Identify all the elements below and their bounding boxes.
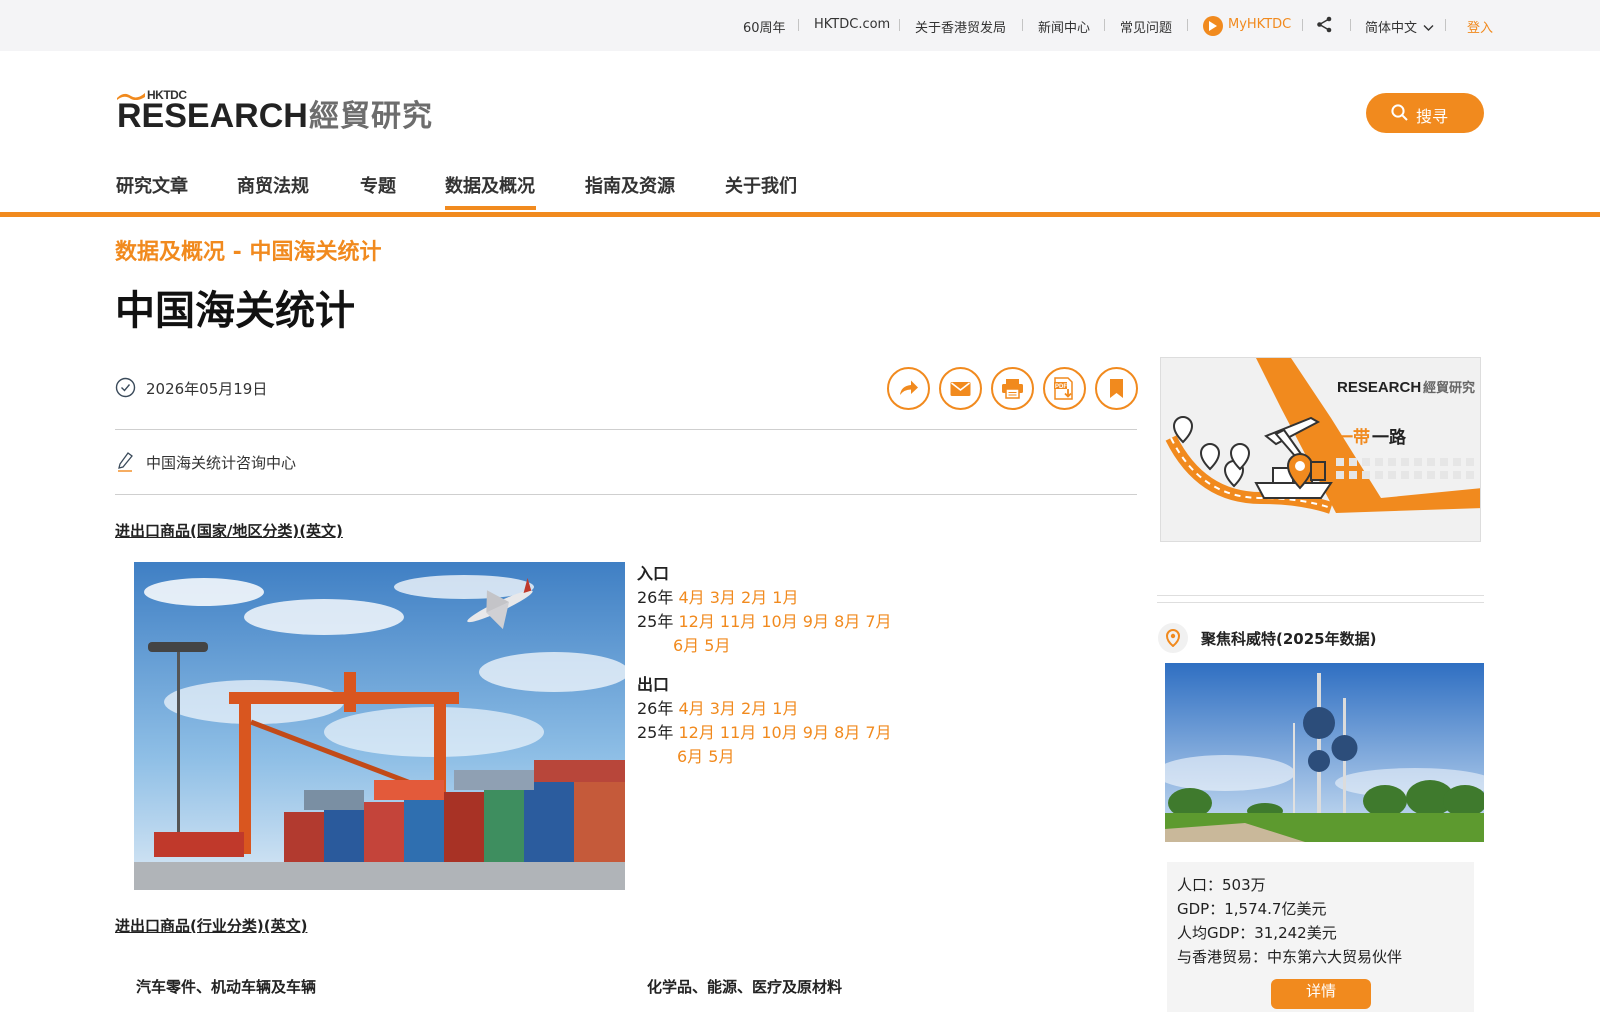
- svg-text:PDF: PDF: [1055, 384, 1067, 390]
- utility-nav: 60周年 HKTDC.com 关于香港贸发局 新闻中心 常见问题 MyHKTDC…: [0, 0, 1600, 51]
- divider: [115, 429, 1137, 430]
- imports-2025-month-links-cont[interactable]: 6月 5月: [673, 636, 730, 655]
- search-button[interactable]: 搜寻: [1366, 93, 1484, 133]
- pdf-download-button[interactable]: PDF: [1043, 367, 1086, 410]
- language-selector[interactable]: 简体中文: [1365, 17, 1434, 36]
- banner-logo-cn: 經貿研究: [1423, 380, 1475, 396]
- search-label: 搜寻: [1416, 107, 1449, 126]
- banner-title-rest: 一路: [1372, 427, 1407, 448]
- details-button[interactable]: 详情: [1271, 979, 1371, 1009]
- logo-chinese: 經貿研究: [309, 99, 433, 134]
- link-faq[interactable]: 常见问题: [1120, 17, 1172, 36]
- year-label: 25年: [637, 723, 674, 742]
- nav-about-us[interactable]: 关于我们: [725, 172, 797, 198]
- share-icon[interactable]: [1316, 16, 1333, 37]
- fact-population: 人口：503万: [1177, 876, 1266, 894]
- nav-guides-resources[interactable]: 指南及资源: [585, 172, 675, 198]
- print-button[interactable]: [991, 367, 1034, 410]
- breadcrumb: 数据及概况 - 中国海关统计: [115, 240, 382, 265]
- imports-2025-row-cont: 6月 5月: [637, 634, 892, 658]
- imports-2025-month-links[interactable]: 12月 11月 10月 9月 8月 7月: [678, 612, 891, 631]
- port-containers-photo: [134, 562, 625, 890]
- nav-active-indicator: [445, 206, 536, 210]
- hktdc-research-logo[interactable]: HKTDC RESEARCH 經貿研究: [117, 88, 437, 136]
- nav-orange-rule: [0, 212, 1600, 217]
- exports-stats: 出口 26年 4月 3月 2月 1月 25年 12月 11月 10月 9月 8月…: [637, 673, 892, 769]
- imports-2025-row: 25年 12月 11月 10月 9月 8月 7月: [637, 610, 892, 634]
- location-pin-badge: [1158, 623, 1188, 653]
- fact-gdp: GDP：1,574.7亿美元: [1177, 900, 1327, 918]
- link-about-hktdc[interactable]: 关于香港贸发局: [915, 17, 1006, 36]
- nav-topics[interactable]: 专题: [360, 172, 396, 198]
- banner-logo-research: RESEARCH: [1337, 379, 1421, 396]
- pdf-download-icon: PDF: [1054, 377, 1073, 400]
- page-title: 中国海关统计: [115, 288, 355, 334]
- separator: [798, 19, 799, 31]
- separator: [899, 19, 900, 31]
- separator: [1350, 19, 1351, 31]
- nav-trade-regulations[interactable]: 商贸法规: [237, 172, 309, 198]
- nav-data-profiles[interactable]: 数据及概况: [445, 172, 535, 198]
- print-icon: [1002, 379, 1023, 399]
- utility-bar: 60周年 HKTDC.com 关于香港贸发局 新闻中心 常见问题 MyHKTDC…: [0, 0, 1600, 51]
- exports-heading: 出口: [637, 675, 670, 694]
- fact-gdp-per-capita: 人均GDP：31,242美元: [1177, 924, 1337, 942]
- imports-stats: 入口 26年 4月 3月 2月 1月 25年 12月 11月 10月 9月 8月…: [637, 562, 892, 658]
- main-navigation: 研究文章 商贸法规 专题 数据及概况 指南及资源 关于我们: [0, 160, 1600, 217]
- mail-icon: [950, 382, 971, 396]
- link-myhktdc[interactable]: MyHKTDC: [1228, 17, 1291, 32]
- year-label: 26年: [637, 699, 674, 718]
- exports-2025-row: 25年 12月 11月 10月 9月 8月 7月: [637, 721, 892, 745]
- exports-2026-row: 26年 4月 3月 2月 1月: [637, 697, 892, 721]
- clock-icon: [115, 377, 136, 398]
- email-button[interactable]: [939, 367, 982, 410]
- banner-title-highlight: 一带: [1336, 427, 1370, 448]
- category-item[interactable]: 汽车零件、机动车辆及车辆: [136, 976, 316, 997]
- fact-trade-with-hk: 与香港贸易：中东第六大贸易伙伴: [1177, 948, 1403, 966]
- imports-2026-row: 26年 4月 3月 2月 1月: [637, 586, 892, 610]
- separator: [1445, 19, 1446, 31]
- exports-2025-row-cont: 6月 5月: [637, 745, 892, 769]
- logo-research: RESEARCH: [117, 97, 308, 135]
- separator: [1022, 19, 1023, 31]
- publish-date: 2026年05月19日: [146, 380, 268, 398]
- exports-2025-month-links[interactable]: 12月 11月 10月 9月 8月 7月: [678, 723, 891, 742]
- sidebar-divider: [1157, 595, 1484, 596]
- year-label: 26年: [637, 588, 674, 607]
- imports-2026-month-links[interactable]: 4月 3月 2月 1月: [678, 588, 798, 607]
- location-pin-icon: [1166, 629, 1180, 647]
- forward-button[interactable]: [887, 367, 930, 410]
- separator: [1104, 19, 1105, 31]
- divider: [115, 494, 1137, 495]
- section-link-industry[interactable]: 进出口商品(行业分类)(英文): [115, 915, 307, 936]
- link-hktdc-com[interactable]: HKTDC.com: [814, 17, 890, 32]
- link-60th-anniversary[interactable]: 60周年: [743, 17, 786, 36]
- sidebar-divider: [1157, 602, 1484, 603]
- section-link-country-region[interactable]: 进出口商品(国家/地区分类)(英文): [115, 520, 343, 541]
- kuwait-towers-photo[interactable]: [1165, 663, 1484, 842]
- bookmark-icon: [1110, 379, 1123, 398]
- separator: [1187, 19, 1188, 31]
- chevron-down-icon: [1423, 25, 1434, 31]
- forward-icon: [900, 380, 918, 395]
- bookmark-button[interactable]: [1095, 367, 1138, 410]
- link-news-centre[interactable]: 新闻中心: [1038, 17, 1090, 36]
- login-link[interactable]: 登入: [1467, 17, 1493, 36]
- language-label: 简体中文: [1365, 21, 1418, 36]
- pen-icon: [118, 452, 133, 472]
- author: 中国海关统计咨询中心: [146, 454, 297, 472]
- myhktdc-icon: [1203, 16, 1223, 36]
- separator: [1302, 19, 1303, 31]
- nav-research-articles[interactable]: 研究文章: [116, 172, 188, 198]
- imports-heading: 入口: [637, 564, 670, 583]
- belt-and-road-banner[interactable]: RESEARCH 經貿研究 一带 一路: [1160, 357, 1481, 542]
- focus-country-title[interactable]: 聚焦科威特(2025年数据): [1201, 628, 1376, 649]
- year-label: 25年: [637, 612, 674, 631]
- exports-2025-month-links-cont[interactable]: 6月 5月: [677, 747, 734, 766]
- category-item[interactable]: 化学品、能源、医疗及原材料: [647, 976, 842, 997]
- exports-2026-month-links[interactable]: 4月 3月 2月 1月: [678, 699, 798, 718]
- search-icon: [1391, 104, 1408, 121]
